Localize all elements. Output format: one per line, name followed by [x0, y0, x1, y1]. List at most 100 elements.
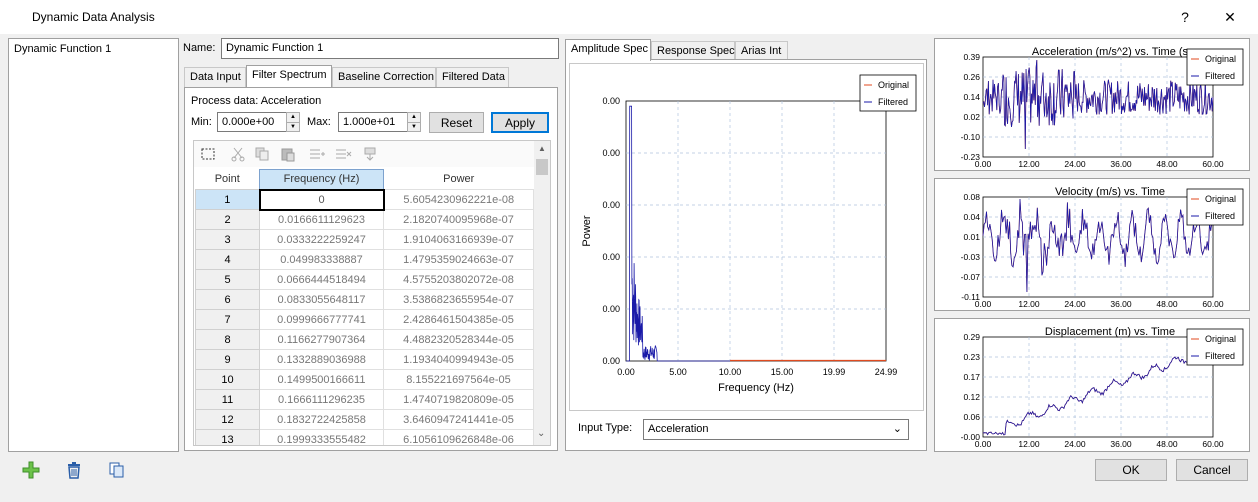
power-cell[interactable]: 1.9104063166939e-07 — [383, 229, 534, 250]
tab-baseline-correction[interactable]: Baseline Correction — [332, 67, 436, 87]
spin-down-icon[interactable]: ▼ — [287, 121, 299, 132]
frequency-cell[interactable]: 0.1166277907364 — [259, 329, 384, 350]
paste-icon[interactable] — [280, 146, 296, 162]
tab-amplitude-spec[interactable]: Amplitude Spec — [565, 39, 651, 61]
point-cell[interactable]: 10 — [195, 369, 260, 390]
table-row[interactable]: 10 0.1499500166611 8.155221697564e-05 — [195, 369, 534, 390]
tab-filter-spectrum[interactable]: Filter Spectrum — [246, 65, 332, 87]
y-tick-label: -0.11 — [961, 292, 980, 302]
power-cell[interactable]: 4.4882320528344e-05 — [383, 329, 534, 350]
apply-button[interactable]: Apply — [491, 112, 549, 133]
x-tick-label: 19.99 — [823, 367, 846, 377]
close-button[interactable]: ✕ — [1217, 4, 1243, 30]
tab-filtered-data[interactable]: Filtered Data — [436, 67, 509, 87]
column-header-frequency[interactable]: Frequency (Hz) — [259, 169, 384, 190]
point-cell[interactable]: 5 — [195, 269, 260, 290]
tab-data-input[interactable]: Data Input — [184, 67, 246, 87]
power-cell[interactable]: 3.5386823655954e-07 — [383, 289, 534, 310]
select-icon[interactable] — [200, 146, 216, 162]
frequency-cell[interactable]: 0.049983338887 — [259, 249, 384, 270]
table-row[interactable]: 13 0.1999333555482 6.1056109626848e-06 — [195, 429, 534, 445]
power-cell[interactable]: 1.1934040994943e-05 — [383, 349, 534, 370]
spin-up-icon[interactable]: ▲ — [287, 113, 299, 122]
cut-icon[interactable] — [230, 146, 246, 162]
power-cell[interactable]: 3.6460947241441e-05 — [383, 409, 534, 430]
power-cell[interactable]: 1.4740719820809e-05 — [383, 389, 534, 410]
name-input[interactable]: Dynamic Function 1 — [221, 38, 559, 59]
insert-row-icon[interactable] — [308, 146, 326, 162]
help-button[interactable]: ? — [1172, 4, 1198, 30]
frequency-cell[interactable]: 0.0666444518494 — [259, 269, 384, 290]
delete-row-icon[interactable] — [334, 146, 352, 162]
min-input[interactable]: 0.000e+00 — [217, 112, 287, 132]
power-cell[interactable]: 5.6054230962221e-08 — [383, 189, 534, 210]
delete-function-icon[interactable] — [65, 461, 83, 479]
point-cell[interactable]: 9 — [195, 349, 260, 370]
point-cell[interactable]: 7 — [195, 309, 260, 330]
power-cell[interactable]: 8.155221697564e-05 — [383, 369, 534, 390]
reset-button[interactable]: Reset — [429, 112, 484, 133]
frequency-cell[interactable]: 0.1499500166611 — [259, 369, 384, 390]
frequency-cell[interactable]: 0.1666111296235 — [259, 389, 384, 410]
table-row[interactable]: 3 0.0333222259247 1.9104063166939e-07 — [195, 229, 534, 250]
point-cell[interactable]: 4 — [195, 249, 260, 270]
power-cell[interactable]: 2.4286461504385e-05 — [383, 309, 534, 330]
table-row[interactable]: 8 0.1166277907364 4.4882320528344e-05 — [195, 329, 534, 350]
power-cell[interactable]: 4.5755203802072e-08 — [383, 269, 534, 290]
point-cell[interactable]: 2 — [195, 209, 260, 230]
max-input[interactable]: 1.000e+01 — [338, 112, 408, 132]
power-cell[interactable]: 1.4795359024663e-07 — [383, 249, 534, 270]
x-tick-label: 36.00 — [1110, 299, 1132, 309]
function-item[interactable]: Dynamic Function 1 — [14, 43, 111, 55]
copy-function-icon[interactable] — [108, 461, 126, 479]
table-row[interactable]: 7 0.0999666777741 2.4286461504385e-05 — [195, 309, 534, 330]
spin-down-icon[interactable]: ▼ — [408, 121, 420, 132]
min-spinner[interactable]: ▲ ▼ — [286, 112, 300, 132]
spin-up-icon[interactable]: ▲ — [408, 113, 420, 122]
spectrum-table[interactable]: Point Frequency (Hz) Power 1 0 5.605423096… — [195, 169, 534, 445]
table-row[interactable]: 9 0.1332889036988 1.1934040994943e-05 — [195, 349, 534, 370]
table-row[interactable]: 1 0 5.6054230962221e-08 — [195, 188, 534, 211]
point-cell[interactable]: 6 — [195, 289, 260, 310]
frequency-cell[interactable]: 0.0166611129623 — [259, 209, 384, 230]
point-cell[interactable]: 3 — [195, 229, 260, 250]
frequency-cell[interactable]: 0.1832722425858 — [259, 409, 384, 430]
legend-original-label: Original — [1205, 54, 1236, 64]
point-cell[interactable]: 8 — [195, 329, 260, 350]
scroll-up-icon[interactable]: ▲ — [538, 144, 546, 153]
frequency-cell[interactable]: 0.1332889036988 — [259, 349, 384, 370]
point-cell[interactable]: 11 — [195, 389, 260, 410]
frequency-cell[interactable]: 0 — [258, 188, 385, 211]
table-row[interactable]: 2 0.0166611129623 2.1820740095968e-07 — [195, 209, 534, 230]
frequency-cell[interactable]: 0.0999666777741 — [259, 309, 384, 330]
grid-scrollbar[interactable]: ▲ ⌄ — [534, 141, 550, 445]
table-row[interactable]: 5 0.0666444518494 4.5755203802072e-08 — [195, 269, 534, 290]
scroll-thumb[interactable] — [536, 159, 548, 175]
point-cell[interactable]: 1 — [195, 189, 260, 210]
tab-response-spec[interactable]: Response Spec — [651, 41, 735, 61]
function-list[interactable]: Dynamic Function 1 — [8, 38, 179, 452]
input-type-select[interactable]: Acceleration ⌄ — [643, 419, 909, 440]
power-cell[interactable]: 2.1820740095968e-07 — [383, 209, 534, 230]
point-cell[interactable]: 13 — [195, 429, 260, 445]
point-cell[interactable]: 12 — [195, 409, 260, 430]
export-icon[interactable] — [362, 146, 378, 162]
table-row[interactable]: 11 0.1666111296235 1.4740719820809e-05 — [195, 389, 534, 410]
table-row[interactable]: 4 0.049983338887 1.4795359024663e-07 — [195, 249, 534, 270]
frequency-cell[interactable]: 0.0333222259247 — [259, 229, 384, 250]
column-header-point[interactable]: Point — [195, 169, 260, 190]
scroll-down-icon[interactable]: ⌄ — [537, 428, 545, 439]
max-spinner[interactable]: ▲ ▼ — [407, 112, 421, 132]
copy-icon[interactable] — [254, 146, 270, 162]
spectrum-grid[interactable]: Point Frequency (Hz) Power 1 0 5.605423096… — [193, 140, 551, 446]
frequency-cell[interactable]: 0.1999333555482 — [259, 429, 384, 445]
power-cell[interactable]: 6.1056109626848e-06 — [383, 429, 534, 445]
ok-button[interactable]: OK — [1095, 459, 1167, 481]
table-row[interactable]: 12 0.1832722425858 3.6460947241441e-05 — [195, 409, 534, 430]
frequency-cell[interactable]: 0.0833055648117 — [259, 289, 384, 310]
tab-arias-int[interactable]: Arias Int — [735, 41, 788, 61]
add-function-icon[interactable] — [22, 461, 40, 479]
column-header-power[interactable]: Power — [383, 169, 534, 190]
table-row[interactable]: 6 0.0833055648117 3.5386823655954e-07 — [195, 289, 534, 310]
cancel-button[interactable]: Cancel — [1176, 459, 1248, 481]
